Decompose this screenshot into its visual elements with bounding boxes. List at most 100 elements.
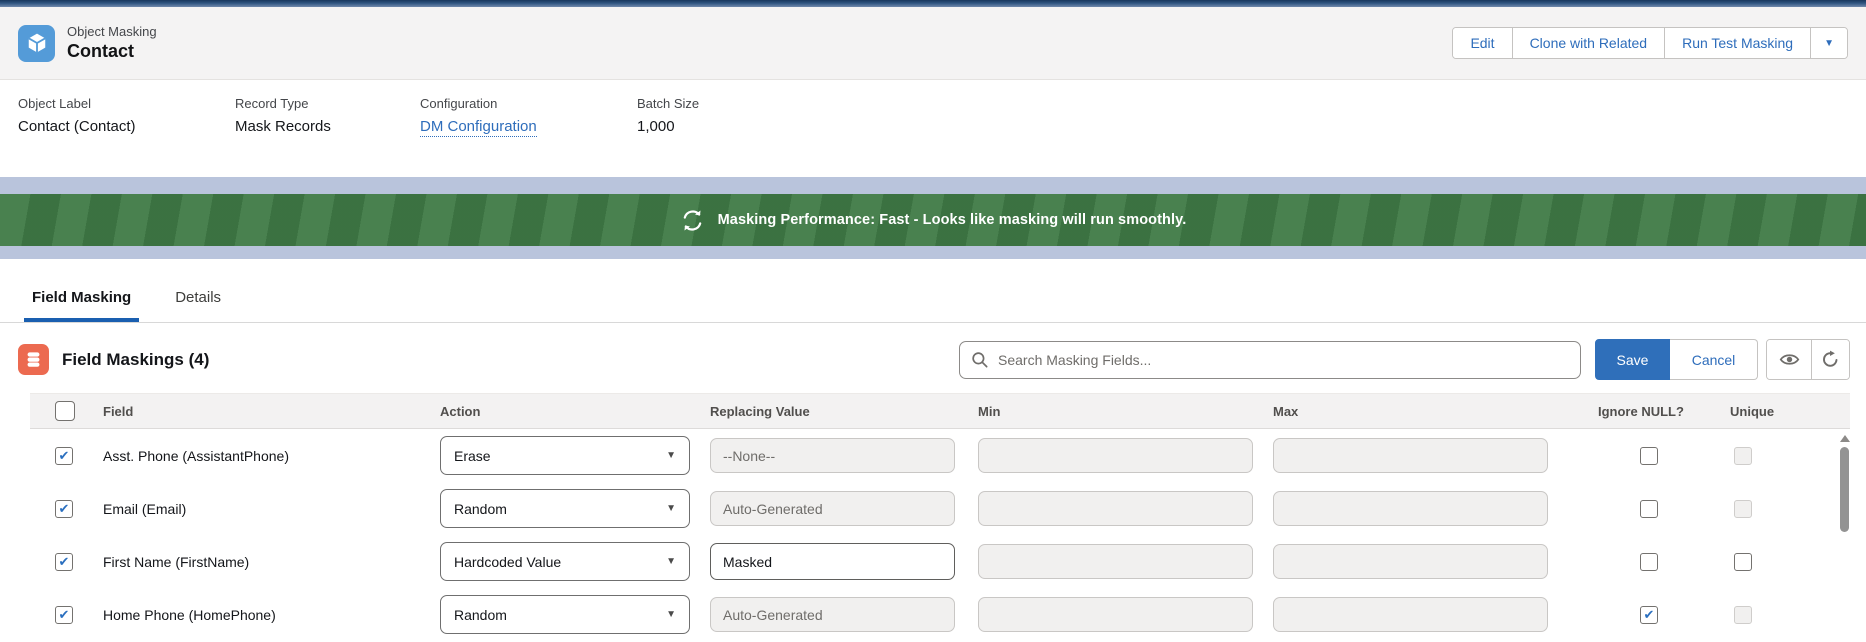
masking-performance-banner: Masking Performance: Fast - Looks like m… [0,194,1866,246]
browser-chrome-strip [0,0,1866,7]
field-masking-table: Field Action Replacing Value Min Max Ign… [30,393,1850,641]
chevron-down-icon: ▼ [666,503,676,514]
action-dropdown-value: Erase [454,448,491,464]
page-title: Contact [67,41,157,62]
banner-message: Masking Performance: Fast - Looks like m… [718,212,1187,228]
edit-button[interactable]: Edit [1453,28,1511,58]
unique-checkbox[interactable] [1734,500,1752,518]
chevron-down-icon: ▼ [1824,38,1834,49]
cancel-button[interactable]: Cancel [1670,339,1758,380]
more-actions-button[interactable]: ▼ [1810,28,1847,58]
search-icon [971,351,989,369]
column-header-replacing-value: Replacing Value [710,404,978,419]
min-input[interactable] [978,597,1253,632]
tab-details[interactable]: Details [167,289,229,322]
action-dropdown-value: Random [454,501,507,517]
search-input[interactable] [959,341,1581,379]
row-select-checkbox[interactable] [55,606,73,624]
detail-record-type: Record Type Mask Records [235,96,420,177]
column-header-max: Max [1273,404,1570,419]
unique-checkbox[interactable] [1734,606,1752,624]
scrollbar-up-arrow-icon[interactable] [1840,435,1850,442]
eye-icon [1779,352,1800,367]
field-name: Asst. Phone (AssistantPhone) [103,448,440,464]
detail-label: Object Label [18,96,235,111]
detail-configuration: Configuration DM Configuration [420,96,637,177]
scrollbar-thumb[interactable] [1840,447,1849,532]
min-input[interactable] [978,438,1253,473]
min-input[interactable] [978,491,1253,526]
min-input[interactable] [978,544,1253,579]
select-all-checkbox[interactable] [55,401,75,421]
table-row: First Name (FirstName) Hardcoded Value ▼ [30,535,1850,588]
detail-value: 1,000 [637,118,699,135]
replacing-value-input[interactable] [710,438,955,473]
record-detail-bar: Object Label Contact (Contact) Record Ty… [0,80,1866,177]
ignore-null-checkbox[interactable] [1640,500,1658,518]
detail-label: Record Type [235,96,420,111]
column-header-min: Min [978,404,1273,419]
configuration-link[interactable]: DM Configuration [420,118,537,137]
detail-value: Mask Records [235,118,420,135]
detail-value: Contact (Contact) [18,118,235,135]
replacing-value-input[interactable] [710,543,955,580]
row-select-checkbox[interactable] [55,447,73,465]
table-header-row: Field Action Replacing Value Min Max Ign… [30,393,1850,429]
column-header-field: Field [103,404,440,419]
save-button[interactable]: Save [1595,339,1670,380]
chevron-down-icon: ▼ [666,609,676,620]
ignore-null-checkbox[interactable] [1640,553,1658,571]
chevron-down-icon: ▼ [666,450,676,461]
object-masking-icon [18,25,55,62]
header-titles: Object Masking Contact [67,24,157,62]
ignore-null-checkbox[interactable] [1640,447,1658,465]
preview-button[interactable] [1767,340,1811,379]
record-type-label: Object Masking [67,24,157,39]
clone-with-related-button[interactable]: Clone with Related [1512,28,1665,58]
max-input[interactable] [1273,491,1548,526]
replacing-value-input[interactable] [710,491,955,526]
table-scrollbar[interactable] [1838,431,1851,636]
max-input[interactable] [1273,438,1548,473]
cube-icon [26,32,48,54]
ignore-null-checkbox[interactable] [1640,606,1658,624]
field-name: First Name (FirstName) [103,554,440,570]
header-button-group: Edit Clone with Related Run Test Masking… [1452,27,1848,59]
row-select-checkbox[interactable] [55,500,73,518]
column-header-unique: Unique [1702,404,1850,419]
panel-title: Field Maskings (4) [62,350,209,370]
table-row: Asst. Phone (AssistantPhone) Erase ▼ [30,429,1850,482]
field-maskings-icon [18,344,49,375]
replacing-value-input[interactable] [710,597,955,632]
max-input[interactable] [1273,597,1548,632]
table-tools-group [1766,339,1850,380]
run-test-masking-button[interactable]: Run Test Masking [1664,28,1810,58]
table-body: Asst. Phone (AssistantPhone) Erase ▼ Ema… [30,429,1850,641]
chevron-down-icon: ▼ [666,556,676,567]
field-name: Email (Email) [103,501,440,517]
refresh-button[interactable] [1811,340,1849,379]
action-dropdown[interactable]: Erase ▼ [440,436,690,475]
action-dropdown[interactable]: Random ▼ [440,489,690,528]
field-maskings-panel-header: Field Maskings (4) Save Cancel [0,323,1866,393]
table-row: Email (Email) Random ▼ [30,482,1850,535]
tab-bar: Field Masking Details [0,259,1866,323]
action-dropdown-value: Hardcoded Value [454,554,561,570]
unique-checkbox[interactable] [1734,553,1752,571]
max-input[interactable] [1273,544,1548,579]
row-select-checkbox[interactable] [55,553,73,571]
unique-checkbox[interactable] [1734,447,1752,465]
action-dropdown[interactable]: Hardcoded Value ▼ [440,542,690,581]
background-strip-top [0,177,1866,194]
database-icon [24,350,43,369]
search-container [959,341,1581,379]
tab-field-masking[interactable]: Field Masking [24,289,139,322]
column-header-ignore-null: Ignore NULL? [1570,404,1702,419]
detail-batch-size: Batch Size 1,000 [637,96,699,177]
action-dropdown[interactable]: Random ▼ [440,595,690,634]
column-header-action: Action [440,404,710,419]
header-actions: Edit Clone with Related Run Test Masking… [1452,27,1848,59]
action-dropdown-value: Random [454,607,507,623]
record-header: Object Masking Contact Edit Clone with R… [0,7,1866,80]
refresh-icon [1821,350,1840,369]
